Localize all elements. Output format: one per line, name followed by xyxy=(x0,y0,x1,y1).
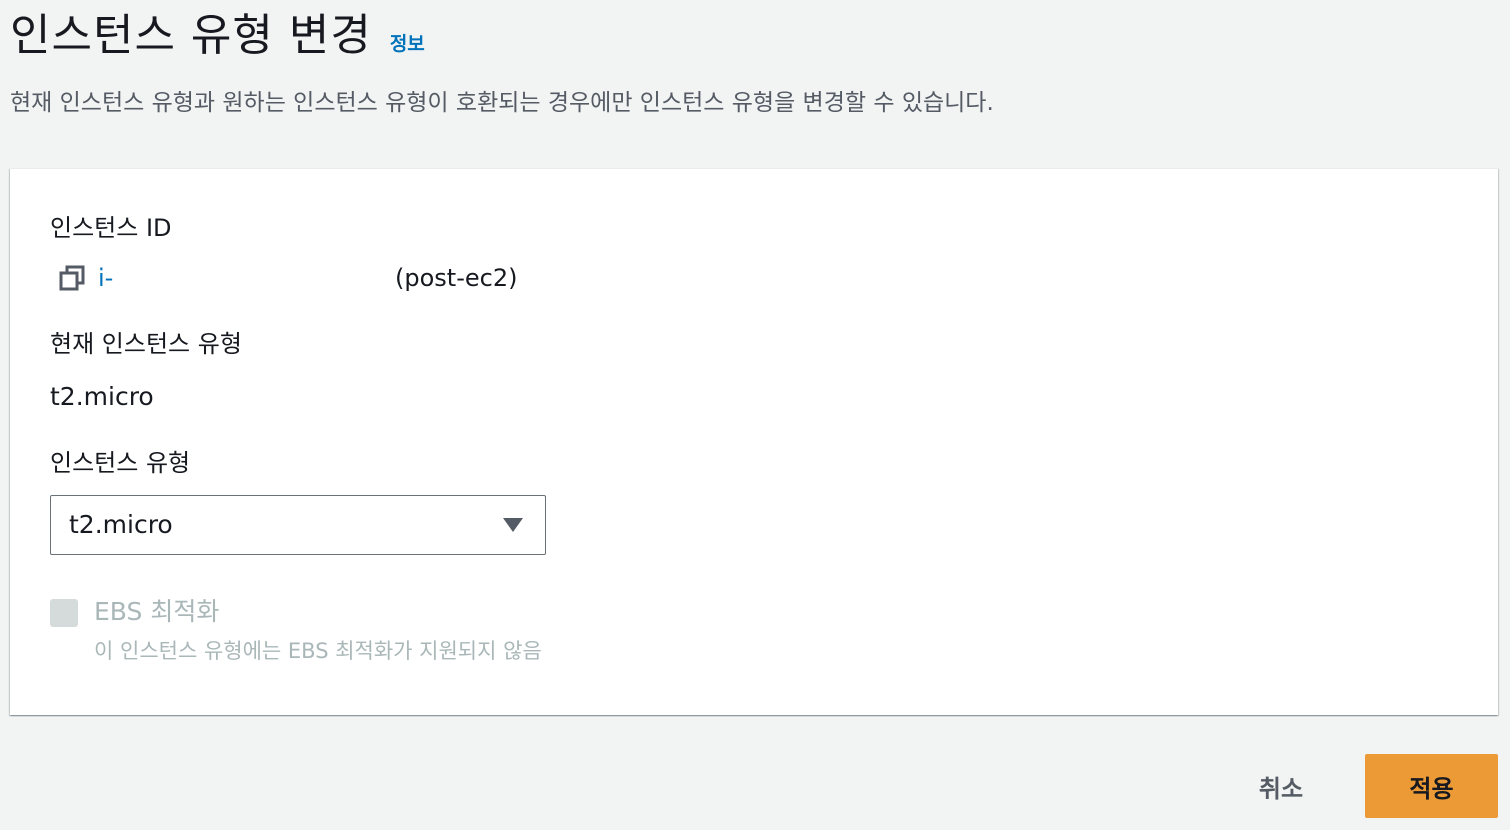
copy-icon[interactable] xyxy=(58,264,86,292)
current-type-label: 현재 인스턴스 유형 xyxy=(50,330,242,358)
instance-type-panel: 인스턴스 ID i- (post-ec2) 현재 인스턴스 유형 t2.micr… xyxy=(10,168,1498,715)
ebs-optimized-checkbox[interactable] xyxy=(50,599,78,627)
apply-button[interactable]: 적용 xyxy=(1365,754,1498,818)
cancel-button[interactable]: 취소 xyxy=(1230,754,1332,818)
instance-id-link[interactable]: i- xyxy=(98,261,120,295)
instance-type-select-value: t2.micro xyxy=(69,510,173,539)
current-type-value: t2.micro xyxy=(50,382,154,411)
instance-id-label: 인스턴스 ID xyxy=(50,214,172,242)
page-title: 인스턴스 유형 변경 xyxy=(10,10,372,61)
ebs-optimized-label: EBS 최적화 xyxy=(94,597,220,626)
instance-type-select[interactable]: t2.micro xyxy=(50,495,546,555)
page-description: 현재 인스턴스 유형과 원하는 인스턴스 유형이 호환되는 경우에만 인스턴스 … xyxy=(10,90,994,116)
page-header: 인스턴스 유형 변경 정보 xyxy=(10,4,425,68)
ebs-optimized-description: 이 인스턴스 유형에는 EBS 최적화가 지원되지 않음 xyxy=(94,639,542,663)
info-link[interactable]: 정보 xyxy=(390,29,425,56)
instance-type-label: 인스턴스 유형 xyxy=(50,449,191,477)
caret-down-icon xyxy=(503,518,523,532)
instance-id-row: i- (post-ec2) xyxy=(58,261,538,295)
instance-name: (post-ec2) xyxy=(395,264,518,292)
